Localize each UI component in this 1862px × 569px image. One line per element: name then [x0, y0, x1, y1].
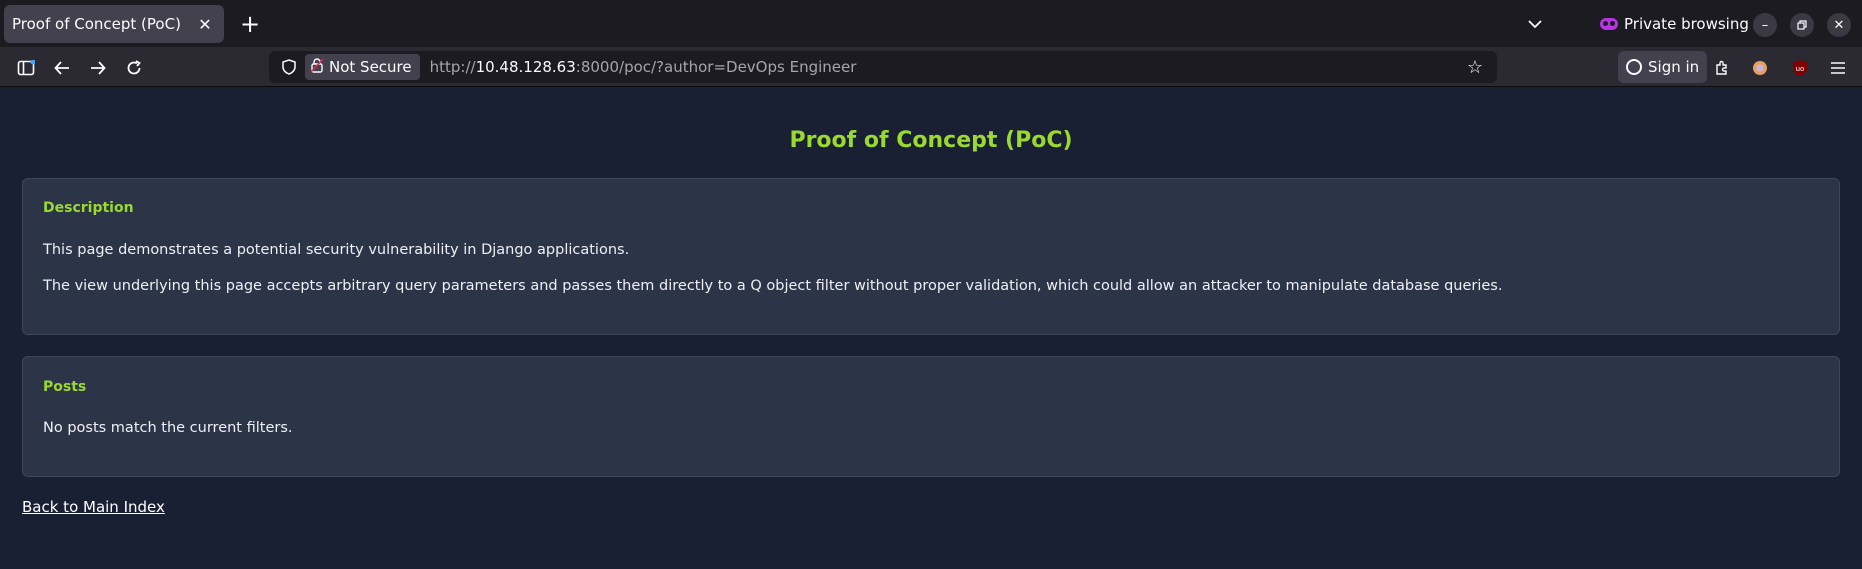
posts-empty-message: No posts match the current filters. [43, 420, 293, 436]
sign-in-label: Sign in [1648, 58, 1700, 76]
private-mask-icon [1600, 18, 1618, 30]
ublock-origin-icon[interactable]: uo [1786, 54, 1814, 82]
back-arrow-icon[interactable] [48, 54, 76, 82]
menu-hamburger-icon[interactable] [1824, 54, 1852, 82]
navigation-toolbar: Not Secure http://10.48.128.63:8000/poc/… [0, 47, 1862, 87]
account-icon [1626, 59, 1642, 75]
tracking-shield-icon[interactable] [275, 53, 303, 81]
description-card: Description This page demonstrates a pot… [22, 178, 1840, 335]
description-heading: Description [43, 200, 134, 216]
tab-active[interactable]: Proof of Concept (PoC) ✕ [4, 5, 224, 43]
not-secure-label: Not Secure [329, 58, 412, 76]
sidebar-icon[interactable] [12, 54, 40, 82]
minimize-icon[interactable]: – [1753, 13, 1777, 37]
url-text[interactable]: http://10.48.128.63:8000/poc/?author=Dev… [430, 58, 857, 76]
close-tab-icon[interactable]: ✕ [192, 11, 218, 37]
chevron-down-icon[interactable] [1522, 12, 1548, 36]
posts-heading: Posts [43, 379, 87, 395]
extension-orange-icon[interactable] [1746, 54, 1774, 82]
url-prefix: http:// [429, 58, 476, 76]
svg-text:uo: uo [1796, 65, 1805, 73]
tab-strip: Proof of Concept (PoC) ✕ + Private brows… [0, 0, 1862, 47]
page-title: Proof of Concept (PoC) [789, 128, 1073, 153]
posts-card: Posts No posts match the current filters… [22, 356, 1840, 477]
address-bar[interactable]: Not Secure http://10.48.128.63:8000/poc/… [269, 51, 1497, 83]
private-browsing-indicator: Private browsing [1600, 13, 1749, 35]
sign-in-button[interactable]: Sign in [1618, 51, 1708, 83]
not-secure-badge[interactable]: Not Secure [305, 54, 420, 80]
page-content: Proof of Concept (PoC) Description This … [0, 88, 1862, 569]
reload-icon[interactable] [120, 54, 148, 82]
bookmark-star-icon[interactable]: ☆ [1463, 55, 1487, 79]
forward-arrow-icon[interactable] [84, 54, 112, 82]
back-to-main-index-link[interactable]: Back to Main Index [22, 498, 165, 516]
private-browsing-label: Private browsing [1624, 15, 1749, 33]
url-path: :8000/poc/?author=DevOps Engineer [575, 58, 857, 76]
description-paragraph-1: This page demonstrates a potential secur… [43, 242, 630, 258]
description-paragraph-2: The view underlying this page accepts ar… [43, 278, 1503, 294]
extensions-icon[interactable] [1708, 54, 1736, 82]
tab-title: Proof of Concept (PoC) [12, 15, 181, 33]
restore-icon[interactable] [1790, 13, 1814, 37]
window-close-icon[interactable]: ✕ [1827, 13, 1851, 37]
new-tab-icon[interactable]: + [236, 11, 264, 39]
broken-lock-icon [310, 57, 324, 77]
url-host: 10.48.128.63 [475, 58, 576, 76]
